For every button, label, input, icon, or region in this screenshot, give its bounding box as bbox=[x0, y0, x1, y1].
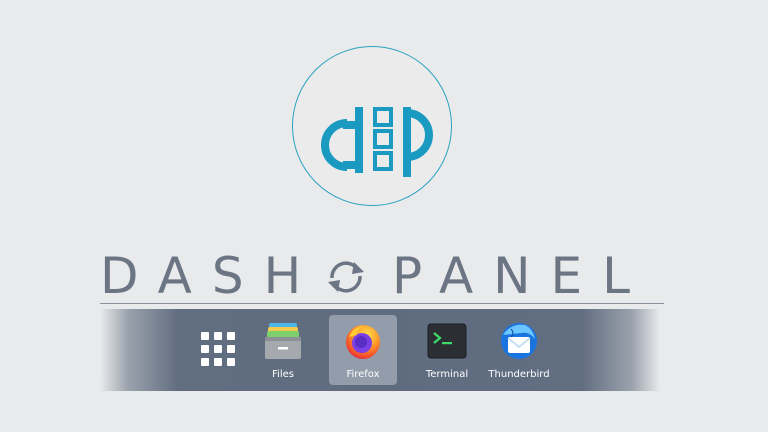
dock-item-thunderbird[interactable]: Thunderbird bbox=[485, 315, 553, 385]
dock-item-terminal[interactable]: Terminal bbox=[413, 315, 481, 385]
firefox-icon bbox=[346, 325, 380, 359]
dash-to-panel-logo-icon bbox=[321, 107, 433, 177]
wordmark-panel: PANEL bbox=[392, 247, 651, 305]
dock-item-files[interactable]: Files bbox=[249, 315, 317, 385]
logo-badge bbox=[292, 46, 452, 206]
dock-item-label: Files bbox=[272, 369, 294, 380]
terminal-icon bbox=[427, 323, 467, 359]
thunderbird-icon bbox=[501, 323, 537, 359]
dash-to-panel-wordmark: DASH PANEL bbox=[100, 250, 670, 302]
wordmark-divider bbox=[100, 303, 664, 304]
app-grid-icon bbox=[201, 332, 235, 366]
dock-item-firefox[interactable]: Firefox bbox=[329, 315, 397, 385]
dock-item-label: Firefox bbox=[346, 369, 380, 380]
dock-item-label: Thunderbird bbox=[488, 369, 550, 380]
wordmark-dash: DASH bbox=[100, 247, 322, 305]
dock-panel: Files Firefox Terminal Thunderbird bbox=[100, 309, 660, 391]
show-applications-button[interactable] bbox=[200, 331, 236, 367]
swap-arrows-icon bbox=[328, 261, 364, 293]
files-icon bbox=[265, 323, 301, 359]
